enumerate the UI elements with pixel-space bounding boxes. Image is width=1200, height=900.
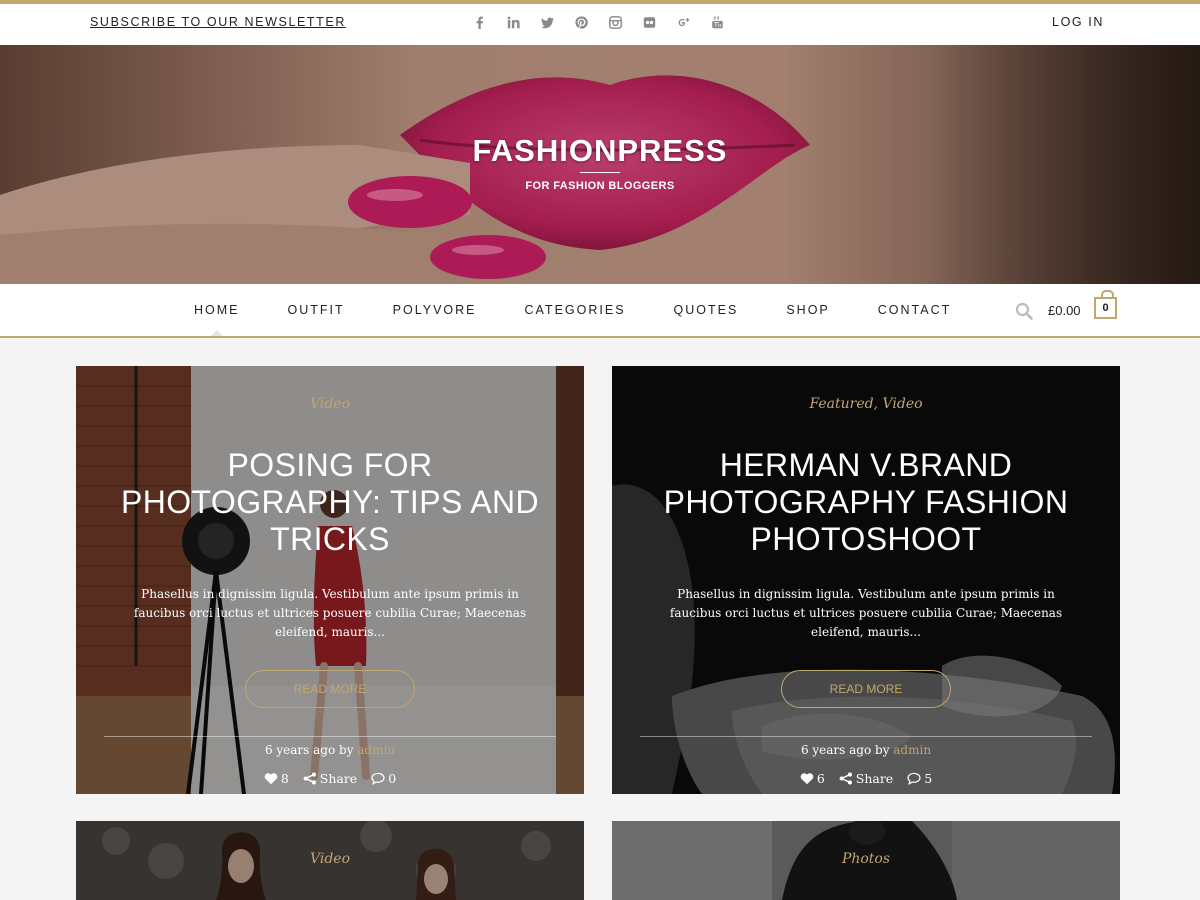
share-icon [303,772,316,785]
comment-count: 0 [388,771,397,786]
share-icon [839,772,852,785]
title-divider [580,172,620,173]
post-stats: 6 Share 5 [612,771,1120,786]
read-more-button[interactable]: READ MORE [781,670,951,708]
google-plus-icon[interactable] [666,13,700,31]
like-count: 8 [280,771,289,786]
post-date: 6 years ago by [800,743,894,757]
nav-item-quotes[interactable]: QUOTES [650,284,763,336]
site-title[interactable]: FASHIONPRESS [0,133,1200,169]
instagram-icon[interactable] [598,13,632,31]
comment-icon [907,772,921,785]
post-excerpt: Phasellus in dignissim ligula. Vestibulu… [669,587,1063,639]
pinterest-icon[interactable] [564,13,598,31]
post-card[interactable]: Featured, Video HERMAN V.BRAND PHOTOGRAP… [612,366,1120,794]
post-author[interactable]: admin [893,743,931,757]
read-more-button[interactable]: READ MORE [245,670,415,708]
card-divider [640,736,1092,737]
like-button[interactable]: 8 [264,771,289,786]
comments-button[interactable]: 5 [907,771,932,786]
post-stats: 8 Share 0 [76,771,584,786]
comments-button[interactable]: 0 [371,771,396,786]
post-card[interactable]: Video [76,821,584,900]
comment-icon [371,772,385,785]
post-category[interactable]: Featured, Video [612,396,1120,412]
post-excerpt: Phasellus in dignissim ligula. Vestibulu… [133,587,527,639]
heart-icon [264,773,278,785]
nav-item-home[interactable]: HOME [170,284,264,336]
post-category[interactable]: Video [76,396,584,412]
nav-menu: HOME OUTFIT POLYVORE CATEGORIES QUOTES S… [170,284,975,336]
post-category[interactable]: Video [76,851,584,867]
post-title[interactable]: HERMAN V.BRAND PHOTOGRAPHY FASHION PHOTO… [642,447,1090,558]
like-count: 6 [816,771,825,786]
nav-item-outfit[interactable]: OUTFIT [264,284,369,336]
main-navigation: HOME OUTFIT POLYVORE CATEGORIES QUOTES S… [0,284,1200,338]
post-date: 6 years ago by [264,743,358,757]
site-tagline: FOR FASHION BLOGGERS [525,180,675,192]
share-label: Share [855,771,894,786]
post-author[interactable]: admin [357,743,395,757]
like-button[interactable]: 6 [800,771,825,786]
share-button[interactable]: Share [839,771,893,786]
post-meta: 6 years ago by admin [76,743,584,757]
comment-count: 5 [924,771,933,786]
cart-bag-icon[interactable]: 0 [1094,290,1117,319]
cart-count: 0 [1102,302,1109,314]
social-links [462,13,734,31]
card-divider [104,736,556,737]
twitter-icon[interactable] [530,13,564,31]
share-label: Share [319,771,358,786]
post-category[interactable]: Photos [612,851,1120,867]
post-title[interactable]: POSING FOR PHOTOGRAPHY: TIPS AND TRICKS [106,447,554,558]
linkedin-icon[interactable] [496,13,530,31]
post-card[interactable]: Video POSING FOR PHOTOGRAPHY: TIPS AND T… [76,366,584,794]
share-button[interactable]: Share [303,771,357,786]
nav-item-shop[interactable]: SHOP [762,284,853,336]
hero-banner: FASHIONPRESS FOR FASHION BLOGGERS [0,45,1200,284]
nav-item-categories[interactable]: CATEGORIES [501,284,650,336]
login-link[interactable]: LOG IN [1052,15,1104,29]
heart-icon [800,773,814,785]
newsletter-link[interactable]: SUBSCRIBE TO OUR NEWSLETTER [90,15,346,29]
flickr-icon[interactable] [632,13,666,31]
nav-item-polyvore[interactable]: POLYVORE [369,284,501,336]
post-meta: 6 years ago by admin [612,743,1120,757]
top-bar: SUBSCRIBE TO OUR NEWSLETTER LOG IN [0,0,1200,45]
youtube-icon[interactable] [700,13,734,31]
search-icon[interactable] [1015,302,1033,320]
facebook-icon[interactable] [462,13,496,31]
cart-total[interactable]: £0.00 [1048,303,1081,318]
post-card[interactable]: Photos [612,821,1120,900]
nav-item-contact[interactable]: CONTACT [854,284,976,336]
